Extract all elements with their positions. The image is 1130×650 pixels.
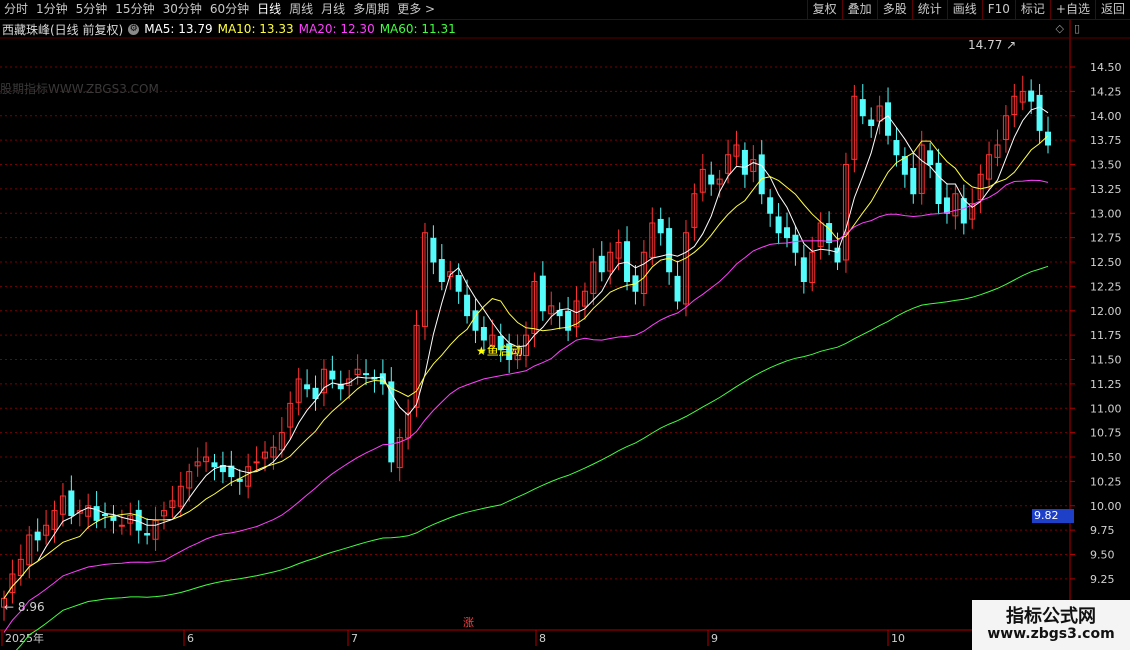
y-tick-label-21: 9.25	[1090, 573, 1115, 586]
y-tick-label-19: 9.75	[1090, 524, 1115, 537]
y-tick-label-2: 14.00	[1090, 110, 1122, 123]
y-tick-label-17: 10.25	[1090, 475, 1122, 488]
candle-body-54	[455, 274, 462, 292]
candle-body-106	[893, 140, 900, 156]
y-tick-label-10: 12.00	[1090, 305, 1122, 318]
candle-body-78	[657, 218, 664, 234]
candle-body-51	[430, 237, 437, 263]
x-tick-label-2: 7	[351, 632, 358, 645]
candle-body-90	[758, 154, 765, 195]
y-tick-label-8: 12.50	[1090, 256, 1122, 269]
high-price-label: 14.77	[968, 38, 1003, 52]
badge-title: 指标公式网	[1006, 606, 1096, 627]
candle-body-11	[93, 506, 100, 521]
y-tick-label-0: 14.50	[1090, 61, 1122, 74]
y-tick-label-1: 14.25	[1090, 85, 1122, 98]
candle-body-91	[767, 197, 774, 214]
candle-body-55	[464, 294, 471, 317]
candle-body-108	[910, 167, 917, 195]
candle-body-30	[253, 461, 260, 464]
y-tick-label-16: 10.50	[1090, 451, 1122, 464]
candle-body-93	[784, 227, 790, 239]
candle-body-14	[118, 524, 125, 527]
candle-body-123	[1036, 94, 1043, 131]
candle-body-122	[1028, 90, 1035, 102]
low-annotation: ← 8.96	[4, 600, 45, 614]
candle-body-103	[868, 119, 875, 126]
candle-body-95	[800, 257, 807, 282]
candle-body-110	[927, 150, 934, 165]
candle-body-71	[598, 255, 605, 273]
y-tick-label-11: 11.75	[1090, 329, 1122, 342]
current-price-tag: 9.82	[1032, 509, 1074, 523]
y-tick-label-9: 12.25	[1090, 280, 1122, 293]
y-tick-label-6: 13.00	[1090, 207, 1122, 220]
x-tick-label-3: 8	[539, 632, 546, 645]
candle-body-111	[935, 162, 942, 204]
candle-body-16	[135, 509, 142, 531]
candle-body-92	[775, 216, 782, 234]
badge-url: www.zbgs3.com	[987, 626, 1115, 642]
candle-body-88	[741, 149, 748, 175]
candle-body-80	[674, 275, 681, 302]
signal-annotation: ★鱼启动	[476, 344, 523, 358]
y-tick-label-5: 13.25	[1090, 183, 1122, 196]
y-tick-label-12: 11.50	[1090, 354, 1122, 367]
candle-body-43	[363, 373, 370, 376]
zhang-marker: 涨	[463, 616, 474, 629]
x-tick-label-0: 2025年	[5, 631, 44, 645]
candle-body-112	[943, 197, 950, 214]
candle-body-39	[329, 370, 336, 380]
y-tick-label-14: 11.00	[1090, 402, 1122, 415]
y-tick-label-3: 13.75	[1090, 134, 1122, 147]
candle-body-36	[304, 384, 311, 390]
candle-body-114	[960, 198, 967, 224]
candle-body-64	[539, 275, 546, 312]
candle-body-79	[666, 228, 673, 273]
x-tick-label-5: 10	[891, 632, 905, 645]
candle-body-98	[826, 223, 833, 244]
candle-body-57	[480, 327, 487, 341]
x-tick-label-4: 9	[711, 632, 718, 645]
site-badge: 指标公式网 www.zbgs3.com	[972, 600, 1130, 650]
high-annotation: 14.77 ↗	[968, 38, 1017, 52]
candle-body-25	[211, 462, 218, 468]
candle-body-102	[859, 99, 866, 117]
candle-body-94	[792, 234, 799, 253]
y-tick-label-13: 11.25	[1090, 378, 1122, 391]
y-tick-label-20: 9.50	[1090, 549, 1115, 562]
y-tick-label-4: 13.50	[1090, 159, 1122, 172]
candle-body-12	[102, 514, 109, 517]
candlestick-chart[interactable]: 14.50 14.25 14.00 13.75 13.50 13.25 13.00 12.75…	[0, 0, 1130, 650]
y-tick-label-15: 10.75	[1090, 427, 1122, 440]
candle-body-8	[68, 490, 75, 517]
x-tick-label-1: 6	[187, 632, 194, 645]
candle-body-84	[708, 174, 715, 185]
low-price-label: 8.96	[17, 600, 45, 614]
y-tick-label-7: 12.75	[1090, 232, 1122, 245]
candle-body-52	[438, 259, 445, 282]
ma20-line	[3, 179, 1049, 633]
candle-body-17	[144, 533, 151, 536]
signal-label: 鱼启动	[486, 344, 523, 358]
y-tick-label-18: 10.00	[1090, 500, 1122, 513]
candle-body-124	[1045, 131, 1051, 146]
candle-body-4	[34, 531, 41, 541]
candle-body-99	[834, 247, 841, 263]
